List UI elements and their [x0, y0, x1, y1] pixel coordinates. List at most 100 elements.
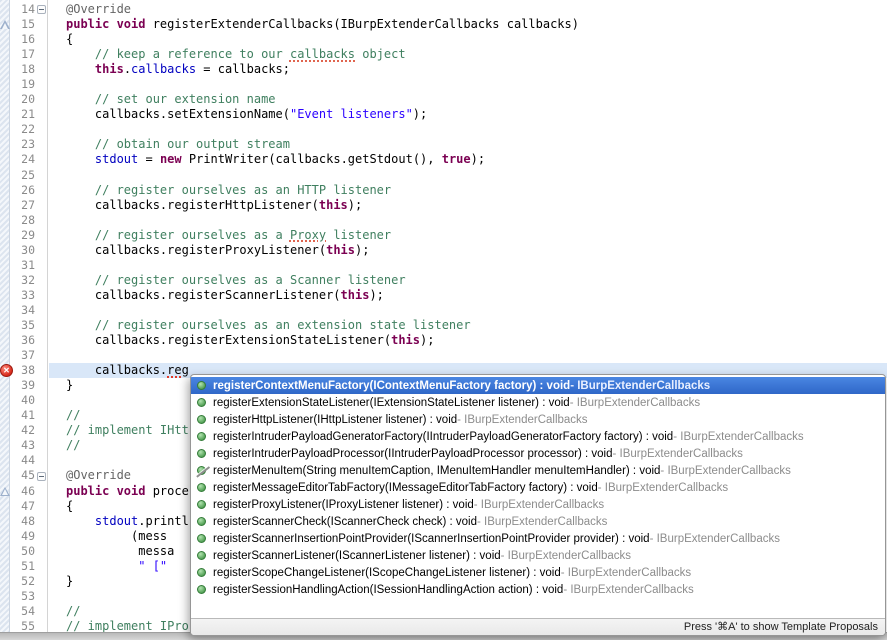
code-line[interactable]: [49, 348, 887, 363]
code-line[interactable]: [49, 122, 887, 137]
line-number: 18: [10, 62, 35, 77]
code-line[interactable]: [49, 213, 887, 228]
code-token: // register ourselves as an HTTP listene…: [95, 183, 391, 197]
override-indicator-icon[interactable]: [0, 487, 10, 496]
line-number: 17: [10, 47, 35, 62]
line-number: 54: [10, 604, 35, 619]
code-token: [66, 183, 95, 197]
line-number-gutter: 1415161718192021222324252627282930313233…: [10, 0, 48, 632]
completion-proposal[interactable]: registerMenuItem(String menuItemCaption,…: [191, 462, 885, 479]
code-token: [66, 152, 95, 166]
code-line[interactable]: // set our extension name: [49, 92, 887, 107]
code-token: [66, 137, 95, 151]
code-line[interactable]: [49, 77, 887, 92]
completion-proposal[interactable]: registerMessageEditorTabFactory(IMessage…: [191, 479, 885, 496]
override-indicator-icon[interactable]: [0, 20, 10, 29]
code-line[interactable]: // register ourselves as an extension st…: [49, 318, 887, 333]
public-method-icon: [197, 483, 206, 492]
code-line[interactable]: callbacks.registerScannerListener(this);: [49, 288, 887, 303]
line-number: 43: [10, 438, 35, 453]
public-method-icon: [197, 381, 206, 390]
proposal-declaring-type: - IBurpExtenderCallbacks: [561, 567, 691, 579]
completion-proposal[interactable]: registerScannerInsertionPointProvider(IS…: [191, 530, 885, 547]
proposal-signature: registerScannerCheck(IScannerCheck check…: [213, 516, 477, 528]
code-token: object: [355, 47, 406, 61]
completion-proposal[interactable]: registerIntruderPayloadProcessor(IIntrud…: [191, 445, 885, 462]
code-line[interactable]: callbacks.registerHttpListener(this);: [49, 198, 887, 213]
code-token: this: [326, 243, 355, 257]
code-token: }: [66, 378, 73, 392]
proposal-declaring-type: - IBurpExtenderCallbacks: [477, 516, 607, 528]
code-line[interactable]: [49, 168, 887, 183]
proposal-signature: registerMenuItem(String menuItemCaption,…: [213, 465, 660, 477]
public-method-icon: [197, 551, 206, 560]
code-token: [66, 92, 95, 106]
code-line[interactable]: {: [49, 32, 887, 47]
code-line[interactable]: // keep a reference to our callbacks obj…: [49, 47, 887, 62]
completion-proposal[interactable]: registerScannerCheck(IScannerCheck check…: [191, 513, 885, 530]
code-line[interactable]: // register ourselves as a Scanner liste…: [49, 273, 887, 288]
public-method-icon: [197, 398, 206, 407]
line-number: 44: [10, 453, 35, 468]
proposal-declaring-type: - IBurpExtenderCallbacks: [660, 465, 790, 477]
code-line[interactable]: public void registerExtenderCallbacks(IB…: [49, 17, 887, 32]
proposal-signature: registerScannerListener(IScannerListener…: [213, 550, 501, 562]
code-token: callbacks.: [66, 363, 167, 377]
line-number: 26: [10, 183, 35, 198]
line-number: 33: [10, 288, 35, 303]
code-token: @Override: [66, 468, 131, 482]
code-token: this: [95, 62, 124, 76]
completion-proposal[interactable]: registerContextMenuFactory(IContextMenuF…: [191, 377, 885, 394]
code-line[interactable]: this.callbacks = callbacks;: [49, 62, 887, 77]
code-line[interactable]: [49, 303, 887, 318]
completion-proposal[interactable]: registerHttpListener(IHttpListener liste…: [191, 411, 885, 428]
fold-collapse-icon[interactable]: [37, 472, 46, 481]
content-assist-popup[interactable]: registerContextMenuFactory(IContextMenuF…: [190, 374, 886, 636]
code-token: proce: [145, 484, 188, 498]
code-token: //: [66, 438, 80, 452]
code-token: this: [341, 288, 370, 302]
public-method-icon: [197, 449, 206, 458]
code-line[interactable]: // obtain our output stream: [49, 137, 887, 152]
proposal-declaring-type: - IBurpExtenderCallbacks: [598, 482, 728, 494]
code-token: );: [355, 243, 369, 257]
code-token: @Override: [66, 2, 131, 16]
code-token: //: [66, 408, 80, 422]
code-token: [66, 559, 138, 573]
code-line[interactable]: // register ourselves as an HTTP listene…: [49, 183, 887, 198]
proposal-declaring-type: - IBurpExtenderCallbacks: [613, 448, 743, 460]
code-line[interactable]: callbacks.registerProxyListener(this);: [49, 243, 887, 258]
fold-collapse-icon[interactable]: [37, 5, 46, 14]
line-number: 24: [10, 152, 35, 167]
completion-proposal[interactable]: registerSessionHandlingAction(ISessionHa…: [191, 581, 885, 598]
code-line[interactable]: stdout = new PrintWriter(callbacks.getSt…: [49, 152, 887, 167]
code-token: {: [66, 499, 73, 513]
code-token: callbacks.setExtensionName(: [66, 107, 290, 121]
code-token: " [": [138, 559, 167, 573]
proposal-signature: registerIntruderPayloadGeneratorFactory(…: [213, 431, 673, 443]
line-number: 35: [10, 318, 35, 333]
code-token: .: [124, 62, 131, 76]
line-number: 21: [10, 107, 35, 122]
completion-proposal[interactable]: registerProxyListener(IProxyListener lis…: [191, 496, 885, 513]
code-token: [66, 228, 95, 242]
line-number: 29: [10, 228, 35, 243]
code-token: this: [391, 333, 420, 347]
public-method-icon: [197, 500, 206, 509]
completion-proposal[interactable]: registerScopeChangeListener(IScopeChange…: [191, 564, 885, 581]
code-line[interactable]: [49, 258, 887, 273]
completion-proposal[interactable]: registerExtensionStateListener(IExtensio…: [191, 394, 885, 411]
line-number: 34: [10, 303, 35, 318]
proposal-declaring-type: - IBurpExtenderCallbacks: [563, 584, 693, 596]
code-line[interactable]: // register ourselves as a Proxy listene…: [49, 228, 887, 243]
code-editor[interactable]: 1415161718192021222324252627282930313233…: [0, 0, 887, 640]
line-number: 41: [10, 408, 35, 423]
code-line[interactable]: callbacks.registerExtensionStateListener…: [49, 333, 887, 348]
code-line[interactable]: @Override: [49, 2, 887, 17]
completion-proposal[interactable]: registerScannerListener(IScannerListener…: [191, 547, 885, 564]
line-number: 20: [10, 92, 35, 107]
code-token: );: [420, 333, 434, 347]
public-method-icon: [197, 432, 206, 441]
completion-proposal[interactable]: registerIntruderPayloadGeneratorFactory(…: [191, 428, 885, 445]
code-line[interactable]: callbacks.setExtensionName("Event listen…: [49, 107, 887, 122]
